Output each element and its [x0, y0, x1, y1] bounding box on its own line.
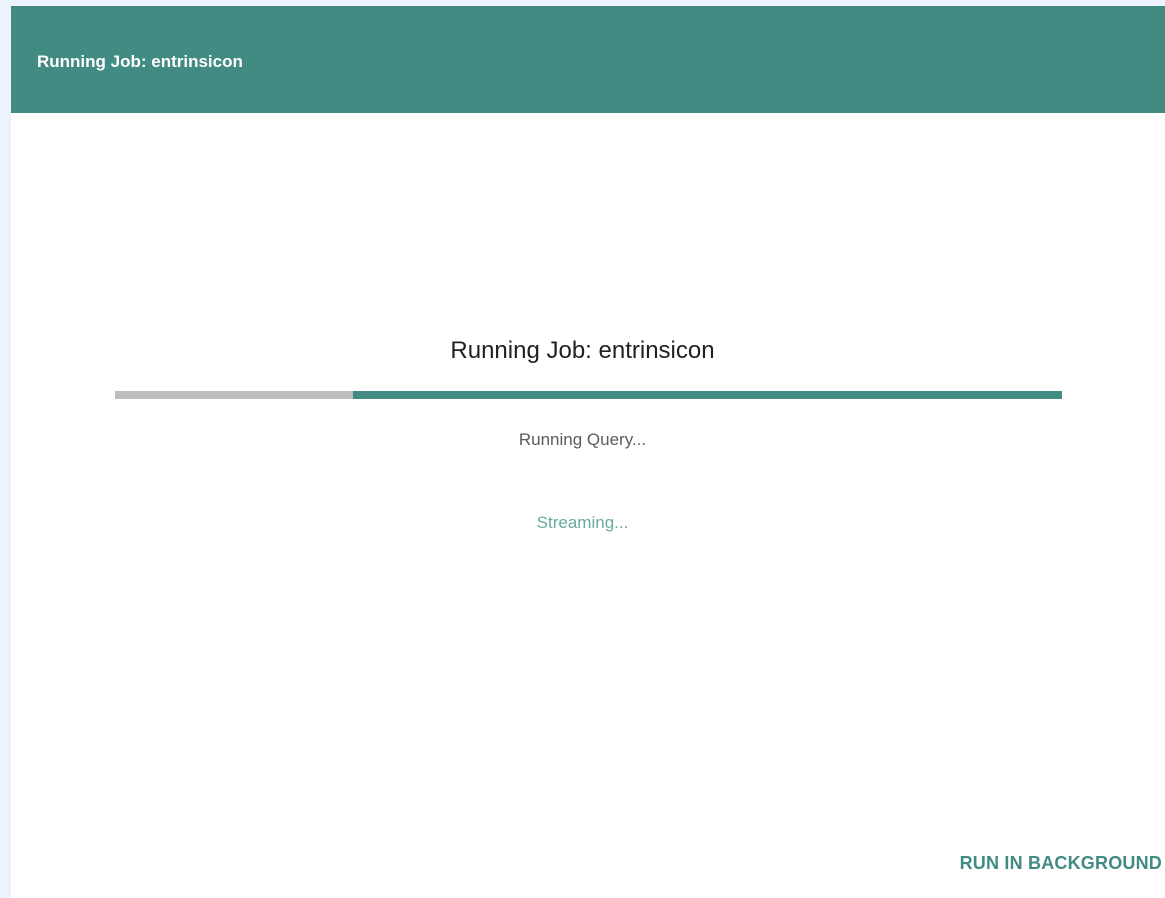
dialog-title: Running Job: entrinsicon — [37, 52, 243, 71]
dialog-header: Running Job: entrinsicon — [11, 6, 1165, 113]
running-job-dialog: Running Job: entrinsicon — [11, 6, 1165, 898]
progress-bar-fill — [352, 391, 1062, 399]
run-in-background-button[interactable]: RUN IN BACKGROUND — [952, 849, 1165, 877]
job-title: Running Job: entrinsicon — [450, 337, 715, 364]
progress-bar — [115, 391, 1062, 399]
status-text: Running Query... — [518, 430, 647, 449]
streaming-status-text: Streaming... — [536, 513, 629, 532]
